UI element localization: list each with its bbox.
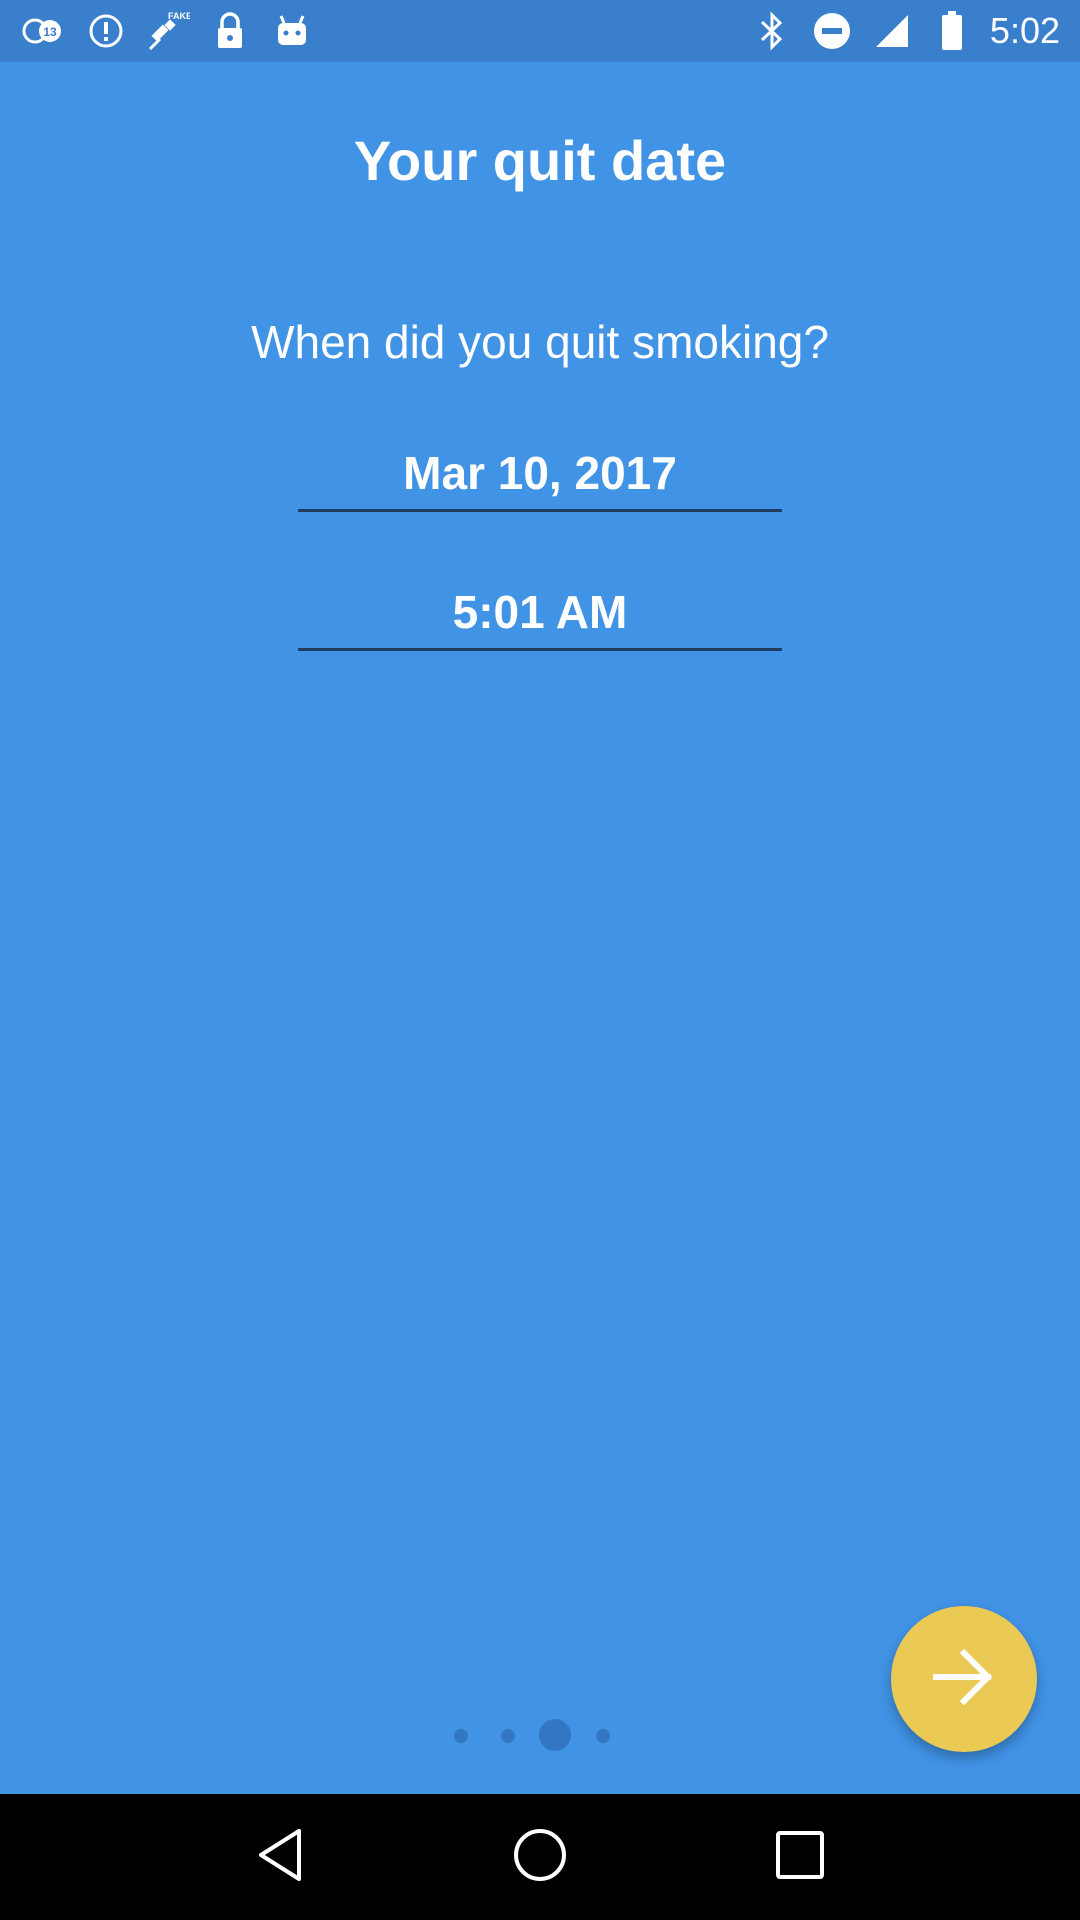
quit-time-field[interactable]: 5:01 AM [298, 577, 782, 651]
quit-date-field[interactable]: Mar 10, 2017 [298, 438, 782, 512]
status-bar: 13 FAKE 5:02 [0, 0, 1080, 62]
android-robot-icon [270, 9, 314, 53]
page-dot-1 [454, 1729, 468, 1743]
back-button[interactable] [245, 1822, 315, 1892]
fake-gps-satellite-icon: FAKE [146, 9, 190, 53]
bluetooth-icon [750, 9, 794, 53]
signal-icon [870, 9, 914, 53]
svg-text:13: 13 [43, 25, 57, 39]
arrow-right-icon [932, 1648, 996, 1710]
status-right-icons: 5:02 [750, 9, 1060, 53]
home-icon [512, 1827, 568, 1888]
status-time: 5:02 [989, 10, 1060, 51]
battery-icon [930, 9, 974, 53]
quit-question: When did you quit smoking? [251, 316, 829, 368]
navigation-bar [0, 1794, 1080, 1920]
back-icon [255, 1827, 305, 1888]
page-dot-2 [501, 1729, 515, 1743]
page-indicator [446, 1718, 626, 1752]
next-button[interactable] [891, 1606, 1037, 1752]
abc13-news-icon: 13 [22, 9, 66, 53]
home-button[interactable] [505, 1822, 575, 1892]
page-title: Your quit date [353, 129, 727, 192]
info-alert-icon [84, 9, 128, 53]
lock-icon [208, 9, 252, 53]
recents-button[interactable] [765, 1822, 835, 1892]
page-dot-3-active [539, 1719, 571, 1751]
page-dot-4 [596, 1729, 610, 1743]
svg-text:FAKE: FAKE [168, 11, 190, 21]
do-not-disturb-icon [810, 9, 854, 53]
status-left-icons: 13 FAKE [22, 9, 332, 53]
recents-icon [774, 1829, 826, 1886]
